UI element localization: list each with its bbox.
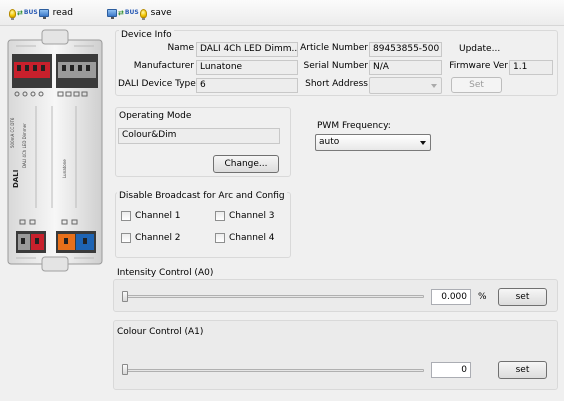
firmware-version-field: 1.1 [509, 60, 553, 75]
serial-number-label: Serial Number [303, 61, 368, 71]
channel-1-label: Channel 1 [135, 211, 181, 221]
intensity-unit-label: % [478, 292, 487, 302]
intensity-value-field[interactable]: 0.000 [431, 289, 471, 305]
checkbox-box[interactable] [215, 233, 225, 243]
read-label: read [52, 8, 73, 18]
name-field: DALI 4Ch LED Dimm... [196, 42, 298, 57]
toolbar: ⇄ BUS read ⇄ BUS save [0, 0, 564, 26]
svg-text:DALI 4Ch LED Dimmer: DALI 4Ch LED Dimmer [22, 123, 27, 168]
channel-3-checkbox[interactable]: Channel 3 [215, 211, 275, 221]
checkbox-box[interactable] [215, 211, 225, 221]
colour-value-field[interactable]: 0 [431, 362, 471, 378]
channel-3-label: Channel 3 [229, 211, 275, 221]
article-number-field: 89453855-500 [369, 42, 442, 57]
svg-text:Lunatone: Lunatone [62, 159, 67, 178]
firmware-version-label: Firmware Ver [449, 61, 508, 71]
svg-text:DALI: DALI [12, 170, 20, 188]
chevron-down-icon [420, 141, 426, 145]
manufacturer-label: Manufacturer [133, 61, 194, 71]
svg-text:500mA CC DT6: 500mA CC DT6 [10, 117, 15, 148]
serial-number-field: N/A [369, 60, 442, 75]
save-button[interactable]: ⇄ BUS save [107, 5, 172, 21]
pwm-frequency-value: auto [319, 137, 340, 147]
colour-slider-thumb[interactable] [122, 364, 128, 375]
operating-mode-title: Operating Mode [117, 111, 194, 121]
device-info-title: Device Info [119, 30, 174, 40]
intensity-slider-thumb[interactable] [122, 291, 128, 302]
disable-broadcast-title: Disable Broadcast for Arc and Config [117, 191, 287, 201]
checkbox-box[interactable] [121, 233, 131, 243]
intensity-slider-track[interactable] [124, 295, 424, 298]
checkbox-box[interactable] [121, 211, 131, 221]
channel-4-checkbox[interactable]: Channel 4 [215, 233, 275, 243]
set-address-button[interactable]: Set [451, 77, 502, 93]
disable-broadcast-group [115, 192, 291, 258]
update-button[interactable]: Update... [459, 44, 500, 54]
colour-set-button[interactable]: set [498, 361, 547, 379]
name-label: Name [167, 43, 194, 53]
chevron-down-icon [431, 84, 437, 88]
manufacturer-field: Lunatone [196, 60, 298, 75]
channel-4-label: Channel 4 [229, 233, 275, 243]
intensity-control-title: Intensity Control (A0) [117, 268, 214, 278]
colour-slider-track[interactable] [124, 369, 424, 372]
short-address-select[interactable] [369, 77, 442, 94]
device-type-label: DALI Device Type [118, 79, 196, 89]
channel-1-checkbox[interactable]: Channel 1 [121, 211, 181, 221]
article-number-label: Article Number [300, 43, 368, 53]
operating-mode-field: Colour&Dim [118, 128, 280, 144]
save-icon: ⇄ BUS [107, 8, 147, 20]
channel-2-label: Channel 2 [135, 233, 181, 243]
short-address-label: Short Address [305, 79, 368, 89]
save-label: save [150, 8, 172, 18]
device-image: 500mA CC DT6 DALI 4Ch LED Dimmer Lunaton… [7, 29, 103, 272]
device-type-field: 6 [196, 78, 298, 93]
read-icon: ⇄ BUS [9, 8, 49, 20]
pwm-frequency-select[interactable]: auto [315, 134, 431, 151]
change-mode-button[interactable]: Change... [213, 155, 279, 173]
read-button[interactable]: ⇄ BUS read [9, 5, 73, 21]
channel-2-checkbox[interactable]: Channel 2 [121, 233, 181, 243]
intensity-set-button[interactable]: set [498, 288, 547, 306]
pwm-frequency-label: PWM Frequency: [317, 121, 391, 131]
colour-control-title: Colour Control (A1) [117, 327, 204, 337]
